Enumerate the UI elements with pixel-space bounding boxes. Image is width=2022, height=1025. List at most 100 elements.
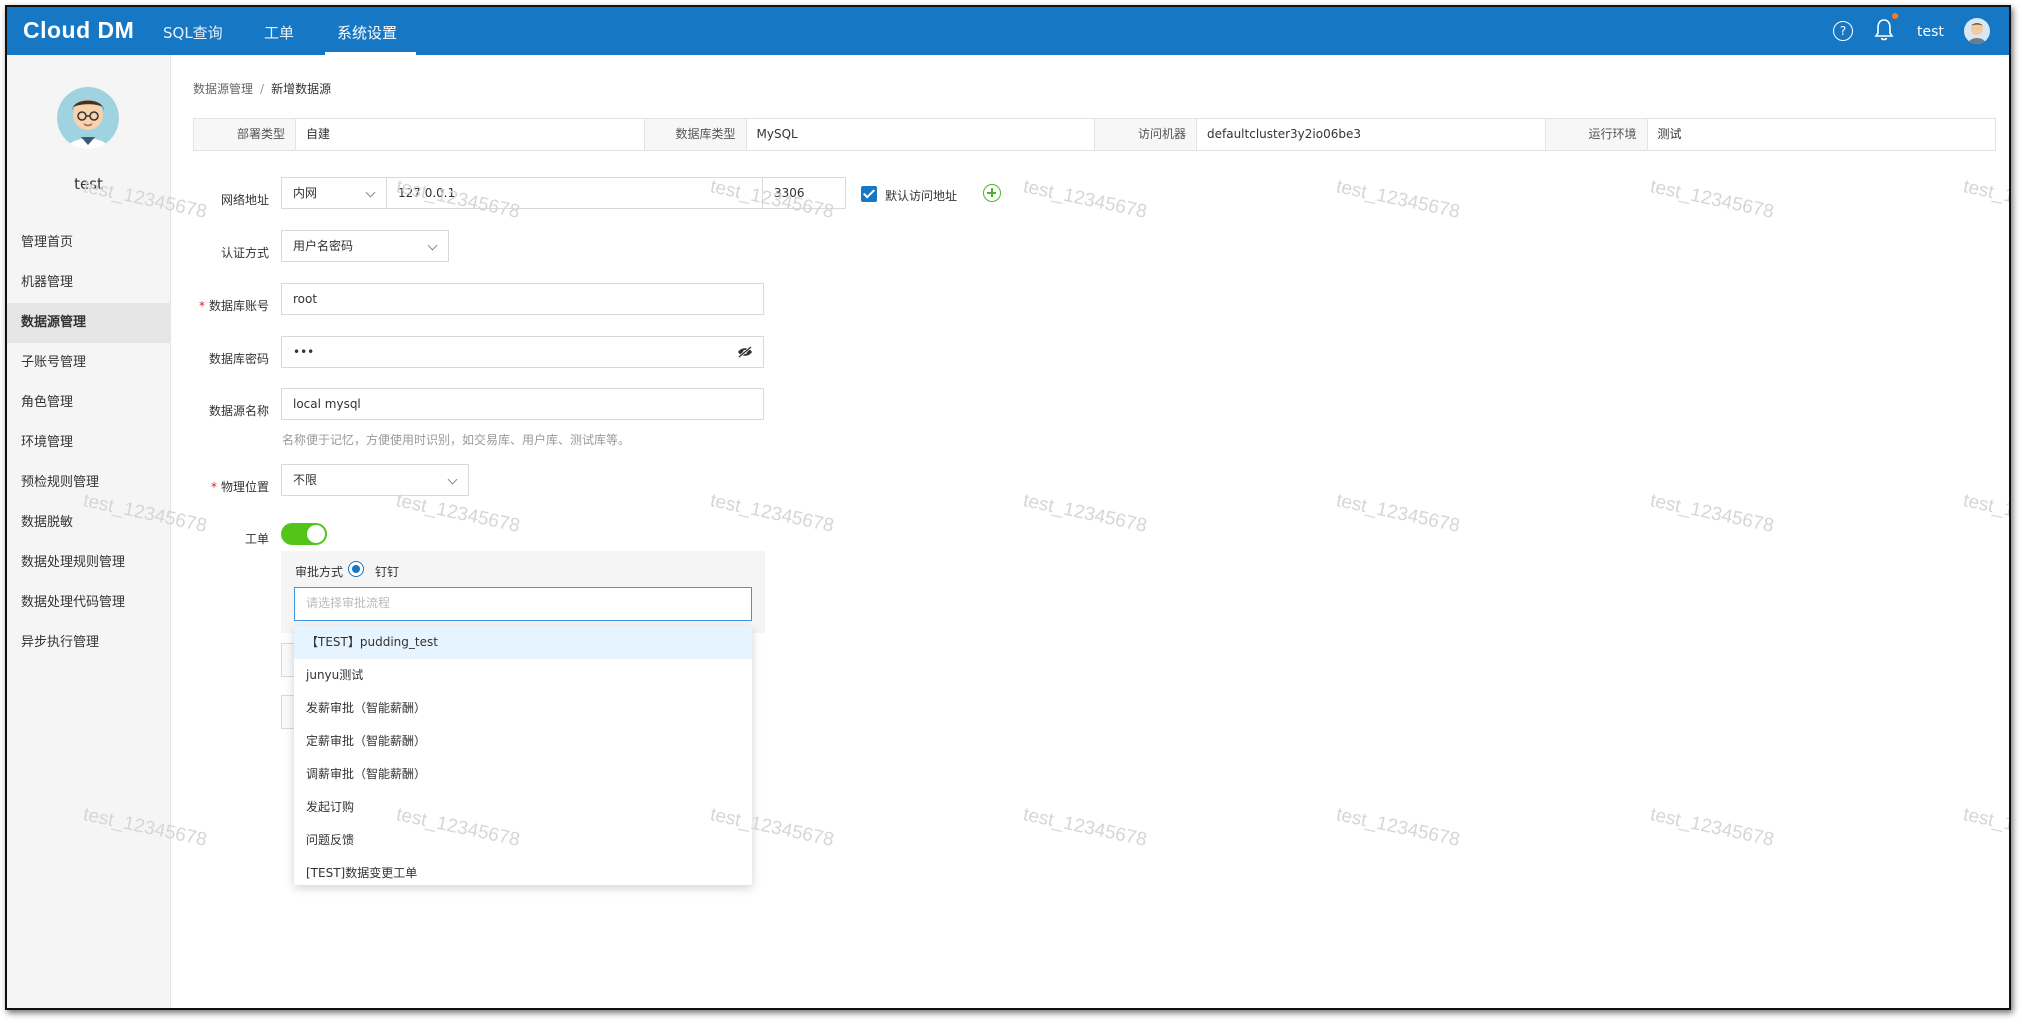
sidebar-item-home[interactable]: 管理首页 — [7, 223, 170, 263]
required-mark: * — [210, 480, 217, 494]
sidebar-item-processing-rules[interactable]: 数据处理规则管理 — [7, 543, 170, 583]
password-label: 数据库密码 — [208, 352, 269, 366]
ticket-toggle[interactable] — [281, 523, 327, 545]
info-value: 自建 — [306, 127, 331, 141]
approval-radio-dingtalk[interactable] — [348, 561, 364, 577]
header-avatar[interactable] — [1964, 18, 1990, 44]
notification-badge — [1892, 13, 1898, 19]
account-label: * 数据库账号 — [193, 297, 269, 314]
auth-value: 用户名密码 — [293, 239, 354, 253]
watermark: test_12345678 — [1021, 804, 1149, 851]
watermark: test_12345678 — [1961, 490, 2011, 537]
sidebar-item-async-exec[interactable]: 异步执行管理 — [7, 623, 170, 663]
sidebar-item-machines[interactable]: 机器管理 — [7, 263, 170, 303]
avatar-face-icon — [67, 100, 109, 149]
sidebar-username: test — [74, 175, 103, 193]
watermark: test_12345678 — [1648, 490, 1776, 537]
location-label-text: 物理位置 — [220, 480, 269, 494]
sidebar-item-datasources[interactable]: 数据源管理 — [7, 303, 170, 343]
approval-label: 审批方式 — [295, 565, 344, 579]
location-value: 不限 — [293, 473, 318, 487]
approval-radio-label[interactable]: 钉钉 — [375, 563, 399, 580]
avatar-face-icon — [1968, 23, 1986, 44]
datasource-info-bar: 部署类型 自建 数据库类型 MySQL 访问机器 defaultcluster3… — [193, 118, 1996, 151]
dropdown-option[interactable]: 问题反馈 — [294, 824, 752, 857]
info-deploy-type: 部署类型 自建 — [194, 119, 645, 150]
watermark: test_12345678 — [1961, 176, 2011, 223]
account-input[interactable]: root — [281, 283, 764, 315]
nav-system-settings[interactable]: 系统设置 — [337, 22, 397, 43]
auth-label: 认证方式 — [220, 246, 269, 260]
info-runtime-env: 运行环境 测试 — [1545, 119, 1996, 150]
info-value: MySQL — [756, 127, 798, 141]
datasource-name-label: 数据源名称 — [208, 404, 269, 418]
dropdown-option[interactable]: 调薪审批（智能薪酬） — [294, 758, 752, 791]
watermark: test_12345678 — [1648, 804, 1776, 851]
info-access-machine: 访问机器 defaultcluster3y2io06be3 — [1095, 119, 1546, 150]
breadcrumb: 数据源管理 / 新增数据源 — [193, 80, 331, 97]
nav-active-indicator — [325, 52, 416, 55]
watermark: test_12345678 — [1334, 804, 1462, 851]
sidebar-item-roles[interactable]: 角色管理 — [7, 383, 170, 423]
add-circle-icon[interactable] — [983, 184, 1001, 202]
sidebar: test 管理首页 机器管理 数据源管理 子账号管理 角色管理 环境管理 预检规… — [7, 55, 171, 1008]
auth-select[interactable]: 用户名密码 — [281, 230, 449, 262]
watermark: test_12345678 — [708, 490, 836, 537]
breadcrumb-current: 新增数据源 — [271, 82, 332, 96]
account-label-text: 数据库账号 — [208, 299, 269, 313]
dropdown-option[interactable]: junyu测试 — [294, 659, 752, 692]
datasource-name-value: local mysql — [293, 397, 361, 411]
chevron-down-icon — [427, 240, 438, 251]
watermark: test_12345678 — [1648, 176, 1776, 223]
ticket-label: 工单 — [244, 532, 269, 546]
dropdown-option[interactable]: 发起订购 — [294, 791, 752, 824]
approval-flow-select[interactable]: 请选择审批流程 — [294, 587, 752, 621]
password-input[interactable]: ••• — [281, 336, 764, 368]
default-address-label[interactable]: 默认访问地址 — [885, 187, 957, 204]
help-icon[interactable]: ? — [1833, 21, 1853, 41]
header-username[interactable]: test — [1917, 24, 1944, 40]
watermark: test_12345678 — [1021, 176, 1149, 223]
chevron-down-icon — [365, 187, 376, 198]
sidebar-item-subaccounts[interactable]: 子账号管理 — [7, 343, 170, 383]
host-value: 127.0.0.1 — [398, 186, 456, 200]
info-label: 访问机器 — [1095, 119, 1197, 150]
info-label: 数据库类型 — [644, 119, 747, 150]
dropdown-option[interactable]: 定薪审批（智能薪酬） — [294, 725, 752, 758]
sidebar-item-precheck-rules[interactable]: 预检规则管理 — [7, 463, 170, 503]
dropdown-option[interactable]: [TEST]数据变更工单 — [294, 857, 752, 885]
dropdown-option[interactable]: 【TEST】pudding_test — [294, 626, 752, 659]
network-type-select[interactable]: 内网 — [281, 177, 387, 209]
account-value: root — [293, 292, 318, 306]
top-navbar: Cloud DM SQL查询 工单 系统设置 ? test — [7, 7, 2009, 55]
info-label: 运行环境 — [1545, 119, 1648, 150]
watermark: test_12345678 — [1021, 490, 1149, 537]
datasource-name-input[interactable]: local mysql — [281, 388, 764, 420]
watermark: test_12345678 — [1334, 176, 1462, 223]
port-input[interactable]: 3306 — [762, 177, 846, 209]
port-value: 3306 — [774, 186, 805, 200]
eye-off-icon[interactable] — [737, 346, 753, 358]
network-type-value: 内网 — [293, 186, 318, 200]
sidebar-item-processing-code[interactable]: 数据处理代码管理 — [7, 583, 170, 623]
network-label: 网络地址 — [220, 193, 269, 207]
sidebar-item-environments[interactable]: 环境管理 — [7, 423, 170, 463]
default-address-checkbox[interactable] — [861, 186, 877, 202]
nav-sql-query[interactable]: SQL查询 — [163, 22, 223, 43]
watermark: test_12345678 — [1334, 490, 1462, 537]
bell-icon[interactable] — [1873, 17, 1895, 43]
breadcrumb-parent[interactable]: 数据源管理 — [193, 82, 253, 96]
watermark: test_12345678 — [394, 490, 522, 537]
chevron-down-icon — [447, 474, 458, 485]
sidebar-item-desensitization[interactable]: 数据脱敏 — [7, 503, 170, 543]
info-value: defaultcluster3y2io06be3 — [1207, 127, 1361, 141]
datasource-name-hint: 名称便于记忆，方便使用时识别，如交易库、用户库、测试库等。 — [282, 433, 631, 447]
app-logo[interactable]: Cloud DM — [23, 17, 134, 44]
info-value: 测试 — [1657, 127, 1682, 141]
dropdown-option[interactable]: 发薪审批（智能薪酬） — [294, 692, 752, 725]
required-mark: * — [198, 299, 205, 313]
nav-ticket[interactable]: 工单 — [264, 22, 294, 43]
breadcrumb-separator: / — [260, 82, 265, 96]
host-input[interactable]: 127.0.0.1 — [386, 177, 763, 209]
location-select[interactable]: 不限 — [281, 464, 469, 496]
